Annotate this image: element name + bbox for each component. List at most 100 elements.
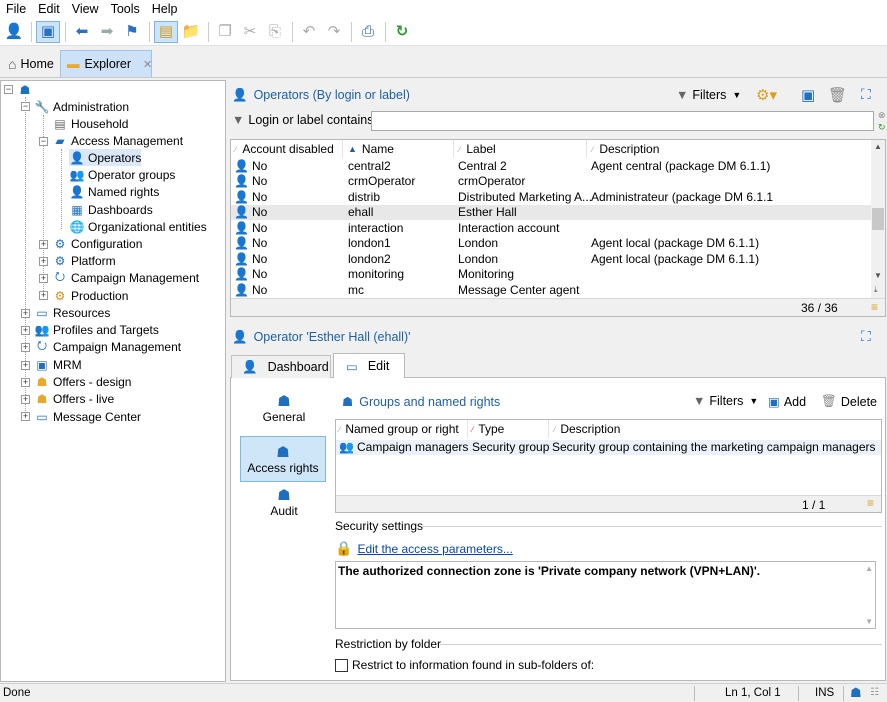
expand-offers-live[interactable]: + <box>21 395 30 404</box>
export-icon[interactable]: ▣ <box>801 86 815 104</box>
maximize-icon[interactable]: ⛶ <box>861 86 871 103</box>
tree-item-profiles-targets[interactable]: 👥 Profiles and Targets <box>34 321 159 338</box>
paste-icon[interactable]: ⎘ <box>263 21 287 43</box>
tree-item-administration[interactable]: 🔧 Administration <box>34 98 130 115</box>
collapse-access-management[interactable]: − <box>39 137 48 146</box>
tree-item-named-rights[interactable]: 👤 Named rights <box>69 183 160 200</box>
scroll-thumb[interactable] <box>872 208 884 230</box>
add-button[interactable]: ▣ Add <box>768 394 806 410</box>
expand-offers-design[interactable]: + <box>21 378 30 387</box>
tab-edit[interactable]: ▭ Edit <box>333 353 405 379</box>
maximize-icon[interactable]: ⛶ <box>861 328 871 345</box>
tree-item-offers-live[interactable]: ☗ Offers - live <box>34 390 115 407</box>
menu-edit[interactable]: Edit <box>32 2 66 16</box>
tree-item-configuration[interactable]: ⚙ Configuration <box>52 235 143 252</box>
collapse-administration[interactable]: − <box>21 102 30 111</box>
collapse-root[interactable]: − <box>4 85 13 94</box>
cut-icon[interactable]: ✂ <box>238 21 262 43</box>
access-rights-button[interactable]: ☗ Access rights <box>240 436 326 482</box>
copy-icon[interactable]: ❐ <box>213 21 237 43</box>
col-group-description[interactable]: ∕ Description <box>549 420 881 438</box>
zone-textbox[interactable]: The authorized connection zone is 'Priva… <box>335 561 876 629</box>
expand-message-center[interactable]: + <box>21 412 30 421</box>
filters-button[interactable]: ▼ Filters ▼ <box>676 88 741 102</box>
refresh-icon[interactable]: ↻ <box>390 21 414 43</box>
tree-item-campaign-management-admin[interactable]: ⭮ Campaign Management <box>52 269 199 286</box>
folder-up-icon[interactable]: ⚑ <box>120 21 144 43</box>
forward-arrow-icon[interactable]: ➡ <box>95 21 119 43</box>
tree-item-offers-design[interactable]: ☗ Offers - design <box>34 373 132 390</box>
tree-item-campaign-management[interactable]: ⭮ Campaign Management <box>34 338 181 355</box>
tree-item-operator-groups[interactable]: 👥 Operator groups <box>69 166 176 183</box>
tree-item-organizational-entities[interactable]: 🌐 Organizational entities <box>69 218 207 235</box>
col-type[interactable]: ∕ Type <box>468 420 549 438</box>
general-button[interactable]: ☗ General <box>241 392 327 432</box>
table-row[interactable]: 👤 No central2 Central 2 Agent central (packa… <box>231 159 871 174</box>
menu-tools[interactable]: Tools <box>105 2 146 16</box>
tree-root[interactable]: ☗ <box>17 81 36 98</box>
table-row[interactable]: 👥 Campaign managers Security group Secur… <box>336 440 881 455</box>
scroll-end-icon[interactable]: ⤓ <box>874 285 878 295</box>
expand-configuration[interactable]: + <box>39 240 48 249</box>
menu-help[interactable]: Help <box>146 2 184 16</box>
scroll-down-icon[interactable]: ▼ <box>874 271 882 280</box>
folder-icon[interactable]: 📁 <box>179 21 203 43</box>
close-tab-icon[interactable]: ✕ <box>143 58 152 71</box>
expand-production[interactable]: + <box>39 291 48 300</box>
new-operator-icon[interactable]: 👤 <box>2 21 26 43</box>
expand-mrm[interactable]: + <box>21 361 30 370</box>
restrict-checkbox[interactable] <box>335 658 348 672</box>
undo-icon[interactable]: ↶ <box>297 21 321 43</box>
trash-icon[interactable]: 🗑 <box>828 86 847 104</box>
tree-item-operators[interactable]: 👤 Operators <box>69 149 142 166</box>
expand-platform[interactable]: + <box>39 257 48 266</box>
expand-campaign-management[interactable]: + <box>21 343 30 352</box>
preview-icon[interactable]: ▤ <box>154 20 178 43</box>
delete-button[interactable]: 🗑 Delete <box>821 394 877 409</box>
tab-home[interactable]: ⌂ Home <box>2 50 60 77</box>
table-row[interactable]: 👤 No distrib Distributed Marketing A... Admi… <box>231 190 871 205</box>
redo-icon[interactable]: ↷ <box>322 21 346 43</box>
tree-item-message-center[interactable]: ▭ Message Center <box>34 408 141 425</box>
tree-item-mrm[interactable]: ▣ MRM <box>34 356 81 373</box>
grid-menu-icon[interactable]: ≡ <box>867 496 874 510</box>
col-account-disabled[interactable]: ∕ Account disabled <box>231 140 343 158</box>
tab-explorer[interactable]: ▬ Explorer ✕ <box>60 50 152 77</box>
resize-grip-icon[interactable]: ☷ <box>870 687 879 698</box>
menu-file[interactable]: File <box>0 2 32 16</box>
table-row-selected[interactable]: 👤 No ehall Esther Hall <box>231 205 871 220</box>
scroll-up-icon[interactable]: ▲ <box>865 564 873 573</box>
groups-filters-button[interactable]: ▼ Filters ▼ <box>693 394 758 408</box>
back-arrow-icon[interactable]: ⬅ <box>70 21 94 43</box>
scroll-up-icon[interactable]: ▲ <box>874 142 882 151</box>
audit-button[interactable]: ☗ Audit <box>241 486 327 526</box>
refresh-search-icon[interactable]: ↻ <box>878 122 886 133</box>
table-row[interactable]: 👤 No london1 London Agent local (package DM … <box>231 236 871 251</box>
table-row[interactable]: 👤 No mc Message Center agent <box>231 283 871 298</box>
actions-gear-icon[interactable]: ⚙▾ <box>756 86 777 104</box>
table-row[interactable]: 👤 No london2 London Agent local (package DM … <box>231 252 871 267</box>
display-view-icon[interactable]: ▣ <box>36 20 60 43</box>
tree-item-access-management[interactable]: ▰ Access Management <box>52 132 183 149</box>
scroll-down-icon[interactable]: ▼ <box>865 617 873 626</box>
grid-menu-icon[interactable]: ≡ <box>871 300 878 314</box>
clear-search-icon[interactable]: ⊗ <box>878 110 886 121</box>
menu-view[interactable]: View <box>66 2 105 16</box>
tab-dashboard[interactable]: 👤 Dashboard <box>231 355 331 378</box>
expand-campaign-management-admin[interactable]: + <box>39 274 48 283</box>
col-named-group[interactable]: ∕ Named group or right <box>336 420 468 438</box>
col-label[interactable]: ∕ Label <box>454 140 587 158</box>
login-search-input[interactable] <box>371 111 874 131</box>
expand-profiles-targets[interactable]: + <box>21 326 30 335</box>
col-description[interactable]: ∕ Description <box>587 140 871 158</box>
tree-item-dashboards[interactable]: ▦ Dashboards <box>69 201 152 218</box>
table-row[interactable]: 👤 No monitoring Monitoring <box>231 267 871 282</box>
tree-item-production[interactable]: ⚙ Production <box>52 287 129 304</box>
print-icon[interactable]: ⎙ <box>356 21 380 43</box>
table-row[interactable]: 👤 No interaction Interaction account <box>231 221 871 236</box>
tree-item-resources[interactable]: ▭ Resources <box>34 304 110 321</box>
table-row[interactable]: 👤 No crmOperator crmOperator <box>231 174 871 189</box>
expand-resources[interactable]: + <box>21 309 30 318</box>
tree-item-household[interactable]: ▤ Household <box>52 115 128 132</box>
operators-scrollbar[interactable]: ▲ ▼ ⤓ <box>871 140 885 298</box>
